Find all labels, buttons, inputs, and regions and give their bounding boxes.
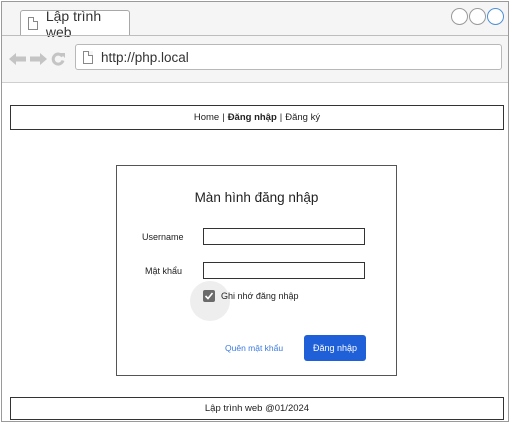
tab-divider [2, 35, 508, 36]
site-footer: Lập trình web @01/2024 [10, 397, 504, 420]
browser-window: Lập trình web http://php.local Home | Đă… [1, 1, 509, 422]
browser-tab[interactable]: Lập trình web [20, 8, 130, 40]
nav-home-link[interactable]: Home [194, 112, 219, 123]
remember-checkbox[interactable] [203, 290, 215, 302]
form-title: Màn hình đăng nhập [194, 190, 319, 205]
window-controls [451, 8, 504, 25]
nav-register-link[interactable]: Đăng ký [285, 112, 320, 123]
username-input[interactable] [203, 228, 365, 245]
page-icon [28, 17, 38, 30]
checkmark-icon [204, 292, 214, 300]
footer-text: Lập trình web @01/2024 [204, 403, 310, 414]
nav-login-link[interactable]: Đăng nhập [228, 112, 277, 123]
restore-button[interactable] [469, 8, 486, 25]
site-header: Home | Đăng nhập | Đăng ký [10, 105, 504, 130]
browser-chrome: Lập trình web http://php.local [2, 2, 508, 83]
minimize-button[interactable] [451, 8, 468, 25]
back-arrow-icon[interactable] [9, 53, 26, 65]
close-button[interactable] [487, 8, 504, 25]
password-input[interactable] [203, 262, 365, 279]
page-icon [83, 50, 93, 64]
forward-arrow-icon[interactable] [30, 53, 47, 65]
address-bar[interactable]: http://php.local [75, 44, 502, 70]
url-text: http://php.local [101, 49, 189, 65]
reload-icon[interactable] [51, 52, 65, 66]
nav-separator: | [279, 112, 283, 123]
username-label: Username [142, 232, 184, 242]
remember-label: Ghi nhớ đăng nhập [221, 291, 299, 301]
nav-controls [9, 52, 65, 66]
login-form: Màn hình đăng nhập Username Mật khẩu Ghi… [116, 165, 397, 376]
login-button[interactable]: Đăng nhập [304, 335, 366, 361]
nav-separator: | [222, 112, 225, 123]
password-label: Mật khẩu [145, 266, 183, 276]
forgot-password-link[interactable]: Quên mật khẩu [225, 343, 283, 353]
